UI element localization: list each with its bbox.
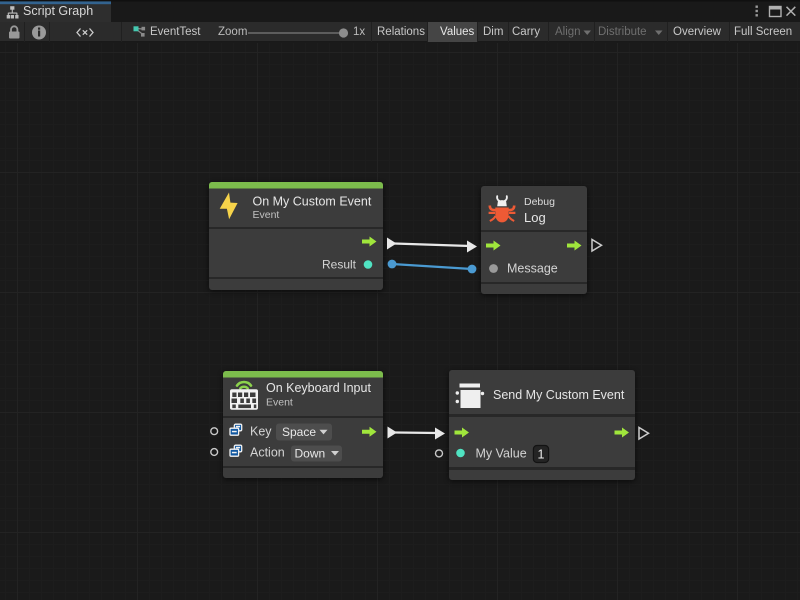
svg-text:Space: Space [282, 425, 316, 439]
svg-text:1: 1 [538, 448, 545, 462]
svg-text:Event: Event [266, 397, 293, 409]
svg-text:Message: Message [507, 262, 558, 276]
svg-text:Debug: Debug [524, 196, 555, 208]
svg-text:On Keyboard Input: On Keyboard Input [266, 381, 371, 395]
svg-text:On My Custom Event: On My Custom Event [253, 195, 372, 209]
svg-text:Down: Down [295, 447, 326, 461]
svg-text:Event: Event [253, 209, 280, 221]
svg-text:Send My Custom Event: Send My Custom Event [493, 388, 625, 402]
svg-text:Key: Key [250, 425, 272, 439]
svg-text:Result: Result [322, 258, 357, 272]
svg-text:Action: Action [250, 446, 285, 460]
svg-text:Log: Log [524, 210, 546, 225]
svg-text:My Value: My Value [476, 447, 527, 461]
